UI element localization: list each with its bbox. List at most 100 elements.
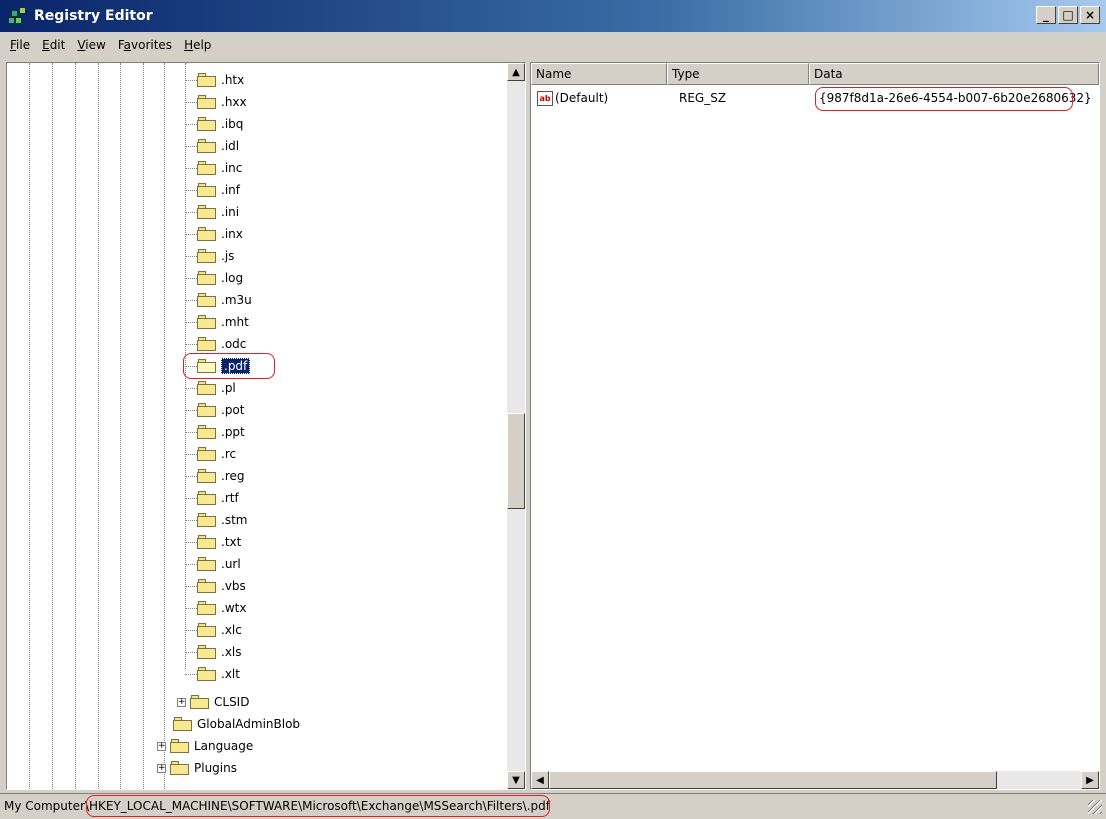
tree-item[interactable]: .inf: [197, 179, 240, 201]
tree-item[interactable]: .vbs: [197, 575, 246, 597]
tree-item[interactable]: .js: [197, 245, 234, 267]
tree-item-label: .txt: [221, 535, 242, 549]
tree-item-plugins[interactable]: + Plugins: [157, 757, 237, 779]
folder-icon: [197, 117, 217, 131]
tree-item[interactable]: .xlc: [197, 619, 242, 641]
tree-item[interactable]: .pdf: [197, 355, 251, 377]
status-path: \HKEY_LOCAL_MACHINE\SOFTWARE\Microsoft\E…: [84, 798, 550, 813]
tree-item-label: .wtx: [221, 601, 247, 615]
column-header-type[interactable]: Type: [667, 63, 809, 85]
tree-item[interactable]: .inx: [197, 223, 243, 245]
folder-icon: [197, 403, 217, 417]
tree-item-label: .js: [221, 249, 235, 263]
tree-item-label: Language: [194, 739, 254, 753]
minimize-button[interactable]: _: [1036, 6, 1056, 24]
menu-file[interactable]: File: [4, 38, 36, 52]
scroll-left-arrow-icon[interactable]: ◀: [531, 771, 549, 789]
tree-item-label: .inx: [221, 227, 243, 241]
scroll-thumb[interactable]: [549, 771, 997, 789]
close-button[interactable]: ×: [1080, 6, 1100, 24]
menu-help[interactable]: Help: [178, 38, 217, 52]
folder-icon: [197, 183, 217, 197]
status-bar: My Computer \HKEY_LOCAL_MACHINE\SOFTWARE\…: [0, 793, 1106, 817]
scroll-up-arrow-icon[interactable]: ▲: [507, 63, 525, 81]
tree-item-label: .url: [221, 557, 241, 571]
tree-item-label: GlobalAdminBlob: [197, 717, 301, 731]
scroll-down-arrow-icon[interactable]: ▼: [507, 771, 525, 789]
tree-item[interactable]: .inc: [197, 157, 242, 179]
tree-item-label: .vbs: [221, 579, 246, 593]
scroll-right-arrow-icon[interactable]: ▶: [1081, 771, 1099, 789]
tree-item-label: .htx: [221, 73, 245, 87]
scroll-thumb[interactable]: [507, 413, 525, 509]
tree-item[interactable]: .wtx: [197, 597, 246, 619]
tree-item-label: .ppt: [221, 425, 245, 439]
tree-item-label: .pot: [221, 403, 245, 417]
tree-item[interactable]: .pot: [197, 399, 244, 421]
tree-item-globaladminblob[interactable]: GlobalAdminBlob: [173, 713, 300, 735]
list-horizontal-scrollbar[interactable]: ◀ ▶: [531, 771, 1099, 789]
list-row[interactable]: ab (Default) REG_SZ {987f8d1a-26e6-4554-…: [531, 87, 1099, 109]
tree-item[interactable]: .stm: [197, 509, 247, 531]
tree-item[interactable]: .txt: [197, 531, 241, 553]
tree-item[interactable]: .log: [197, 267, 243, 289]
tree-item[interactable]: .ppt: [197, 421, 245, 443]
tree-item-label: .mht: [221, 315, 249, 329]
tree-item[interactable]: .reg: [197, 465, 244, 487]
tree-item[interactable]: .rtf: [197, 487, 239, 509]
tree-item[interactable]: .idl: [197, 135, 239, 157]
column-header-data[interactable]: Data: [809, 63, 1099, 85]
expand-icon[interactable]: +: [157, 741, 166, 751]
tree-item-label: CLSID: [214, 695, 250, 709]
resize-grip-icon[interactable]: [1088, 800, 1102, 814]
tree-vertical-scrollbar[interactable]: ▲ ▼: [507, 63, 525, 789]
tree-item[interactable]: .ibq: [197, 113, 243, 135]
tree-item[interactable]: .pl: [197, 377, 236, 399]
menu-favorites[interactable]: Favorites: [112, 38, 178, 52]
folder-icon: [197, 337, 217, 351]
column-header-name[interactable]: Name: [531, 63, 667, 85]
menu-view[interactable]: View: [71, 38, 111, 52]
folder-icon: [197, 315, 217, 329]
title-bar[interactable]: Registry Editor _ □ ×: [0, 0, 1106, 32]
tree-item-label: .odc: [221, 337, 247, 351]
tree-item-clsid[interactable]: + CLSID: [177, 691, 249, 713]
tree-item[interactable]: .xls: [197, 641, 242, 663]
tree-item-label: .rtf: [221, 491, 239, 505]
folder-icon: [197, 381, 217, 395]
value-list-pane[interactable]: Name Type Data ab (Default) REG_SZ {987f…: [530, 62, 1100, 790]
folder-icon: [197, 535, 217, 549]
folder-icon: [197, 513, 217, 527]
window-title: Registry Editor: [34, 8, 153, 24]
tree-item[interactable]: .htx: [197, 69, 244, 91]
tree-item[interactable]: .xlt: [197, 663, 240, 685]
tree-item-language[interactable]: + Language: [157, 735, 253, 757]
folder-icon: [197, 447, 217, 461]
tree-item[interactable]: .hxx: [197, 91, 247, 113]
tree-item-label: Plugins: [194, 761, 237, 775]
folder-icon: [190, 695, 210, 709]
tree-item[interactable]: .rc: [197, 443, 236, 465]
tree-item[interactable]: .m3u: [197, 289, 252, 311]
menu-edit[interactable]: Edit: [36, 38, 71, 52]
folder-icon: [197, 623, 217, 637]
folder-icon: [197, 293, 217, 307]
registry-editor-icon: [6, 5, 28, 27]
tree-item-label: .pdf: [221, 358, 251, 374]
tree-item[interactable]: .ini: [197, 201, 239, 223]
expand-icon[interactable]: +: [177, 697, 186, 707]
tree-item-label: .inf: [221, 183, 240, 197]
value-type: REG_SZ: [679, 91, 727, 105]
tree-item-label: .inc: [221, 161, 243, 175]
folder-icon: [197, 579, 217, 593]
tree-item[interactable]: .odc: [197, 333, 246, 355]
folder-icon: [173, 717, 193, 731]
key-tree-pane[interactable]: .htx .hxx .ibq .idl .inc .inf .ini .inx .js .log.…: [6, 62, 526, 790]
maximize-button[interactable]: □: [1058, 6, 1078, 24]
expand-icon[interactable]: +: [157, 763, 166, 773]
folder-icon: [197, 139, 217, 153]
folder-icon: [197, 271, 217, 285]
string-value-icon: ab: [537, 90, 553, 106]
tree-item[interactable]: .mht: [197, 311, 249, 333]
tree-item[interactable]: .url: [197, 553, 241, 575]
